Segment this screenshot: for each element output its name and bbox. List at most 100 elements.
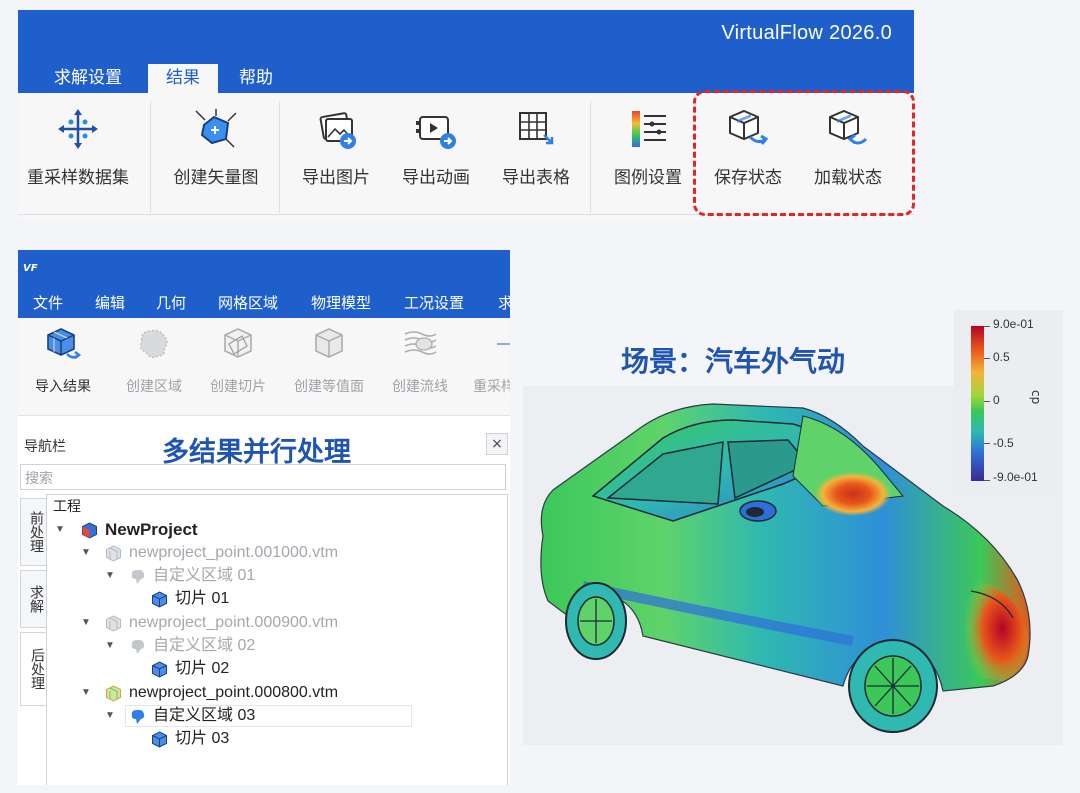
app-logo: VF (23, 263, 38, 274)
import-results-label: 导入结果 (35, 379, 91, 395)
create-isosurface-label: 创建等值面 (294, 379, 364, 395)
create-vector-plot-button[interactable]: 创建矢量图 (158, 93, 274, 215)
expand-arrow-icon[interactable]: ▼ (81, 612, 95, 634)
slice-icon (152, 591, 167, 608)
tree-result-file-label: newproject_point.000800.vtm (129, 684, 339, 701)
export-image-icon (319, 112, 356, 149)
tree-result-file[interactable]: ▼ newproject_point.000900.vtm (81, 612, 481, 634)
tree-slice-label: 切片 03 (175, 730, 230, 747)
resample-button[interactable]: 重采样 (466, 318, 510, 416)
state-buttons-highlight (693, 90, 915, 216)
import-results-button[interactable]: 导入结果 (18, 318, 108, 416)
colorbar-tick (984, 358, 990, 359)
navigator-close-button[interactable]: × (486, 433, 508, 455)
vector-plot-icon (195, 109, 237, 148)
project-icon (82, 522, 97, 539)
menu-solve[interactable]: 求 (498, 292, 510, 313)
create-region-button[interactable]: 创建区域 (110, 318, 198, 416)
result-grid-icon (106, 685, 121, 702)
app-title: VirtualFlow 2026.0 (721, 22, 892, 44)
expand-arrow-icon[interactable]: ▼ (81, 682, 95, 704)
create-region-icon (139, 329, 168, 359)
tree-region[interactable]: ▼ 自定义区域 01 (105, 565, 405, 587)
legend-settings-button[interactable]: 图例设置 (598, 93, 698, 215)
tree-slice[interactable]: 切片 02 (151, 658, 351, 680)
tab-results[interactable]: 结果 (148, 64, 218, 93)
colorbar-label: 0.5 (993, 350, 1010, 364)
ribbon-titlebar: VirtualFlow 2026.0 求解设置 结果 帮助 (18, 10, 914, 93)
window-titlebar: VF (18, 250, 510, 286)
expand-arrow-icon[interactable]: ▼ (105, 635, 119, 657)
export-animation-label: 导出动画 (402, 168, 470, 188)
export-table-label: 导出表格 (502, 168, 570, 188)
create-streamline-label: 创建流线 (392, 379, 448, 395)
tree-region[interactable]: ▼ 自定义区域 03 (105, 705, 405, 727)
export-table-button[interactable]: 导出表格 (486, 93, 586, 215)
side-tab-preprocessing[interactable]: 前处理 (20, 498, 47, 566)
tree-region-label: 自定义区域 02 (153, 637, 256, 654)
tree-slice[interactable]: 切片 03 (151, 728, 351, 750)
create-streamline-button[interactable]: 创建流线 (378, 318, 462, 416)
create-slice-button[interactable]: 创建切片 (196, 318, 280, 416)
app-window: VF 文件 编辑 几何 网格区域 物理模型 工况设置 求 导入结果 创建区域 创… (18, 250, 510, 785)
side-tab-postprocessing[interactable]: 后处理 (20, 632, 47, 706)
project-tree: 工程 ▼ NewProject ▼ newproject_point.00100… (46, 494, 508, 785)
tree-slice[interactable]: 切片 01 (151, 588, 351, 610)
overlay-title: 多结果并行处理 (162, 437, 351, 468)
tree-result-file-label: newproject_point.001000.vtm (129, 544, 339, 561)
expand-arrow-icon[interactable]: ▼ (105, 565, 119, 587)
colorbar-label-max: 9.0e-01 (993, 317, 1034, 331)
ribbon-separator (590, 101, 591, 213)
car-pressure-render[interactable] (523, 386, 1063, 745)
menu-bar: 文件 编辑 几何 网格区域 物理模型 工况设置 求 (18, 286, 510, 318)
navigator-title: 导航栏 (24, 439, 66, 455)
import-results-icon (47, 328, 81, 359)
tree-result-file[interactable]: ▼ newproject_point.001000.vtm (81, 542, 481, 564)
scene-title: 场景：汽车外气动 (621, 345, 846, 378)
result-grid-icon (106, 545, 121, 562)
menu-mesh-region[interactable]: 网格区域 (218, 292, 278, 313)
create-slice-icon (224, 328, 252, 358)
resample-label: 重采样 (473, 379, 510, 395)
ribbon-window: VirtualFlow 2026.0 求解设置 结果 帮助 重采样数据集 创建矢… (18, 10, 915, 220)
tree-project-node[interactable]: ▼ NewProject (55, 519, 355, 541)
tree-result-file[interactable]: ▼ newproject_point.000800.vtm (81, 682, 481, 704)
slice-icon (152, 731, 167, 748)
create-isosurface-icon (315, 328, 343, 358)
expand-arrow-icon[interactable]: ▼ (105, 705, 119, 727)
resample-icon (497, 343, 510, 345)
tree-result-file-label: newproject_point.000900.vtm (129, 614, 339, 631)
side-tab-solve[interactable]: 求解 (20, 570, 47, 628)
tree-slice-label: 切片 02 (175, 660, 230, 677)
ribbon-separator (150, 101, 151, 213)
create-slice-label: 创建切片 (210, 379, 266, 395)
export-animation-button[interactable]: 导出动画 (386, 93, 486, 215)
menu-edit[interactable]: 编辑 (95, 292, 125, 313)
create-isosurface-button[interactable]: 创建等值面 (280, 318, 378, 416)
menu-geometry[interactable]: 几何 (156, 292, 186, 313)
ribbon-separator (279, 101, 280, 213)
tab-solver-settings[interactable]: 求解设置 (36, 64, 140, 93)
resample-dataset-button[interactable]: 重采样数据集 (18, 93, 138, 215)
colorbar-tick (984, 326, 990, 327)
region-icon (131, 639, 145, 654)
region-icon (131, 569, 145, 584)
expand-arrow-icon[interactable]: ▼ (81, 542, 95, 564)
resample-icon (58, 109, 98, 149)
menu-case-settings[interactable]: 工况设置 (404, 292, 464, 313)
tab-help[interactable]: 帮助 (221, 64, 291, 93)
expand-arrow-icon[interactable]: ▼ (55, 519, 69, 541)
legend-settings-label: 图例设置 (614, 168, 682, 188)
create-region-label: 创建区域 (126, 379, 182, 395)
create-vector-plot-label: 创建矢量图 (173, 168, 259, 188)
post-toolbar: 导入结果 创建区域 创建切片 创建等值面 创建流线 重采样 (18, 318, 510, 416)
menu-file[interactable]: 文件 (33, 292, 63, 313)
menu-physics-model[interactable]: 物理模型 (311, 292, 371, 313)
resample-dataset-label: 重采样数据集 (27, 168, 129, 188)
export-image-button[interactable]: 导出图片 (286, 93, 386, 215)
slice-icon (152, 661, 167, 678)
export-animation-icon (416, 116, 456, 149)
tree-region[interactable]: ▼ 自定义区域 02 (105, 635, 405, 657)
tree-region-label: 自定义区域 03 (153, 707, 256, 724)
legend-settings-icon (632, 111, 666, 147)
